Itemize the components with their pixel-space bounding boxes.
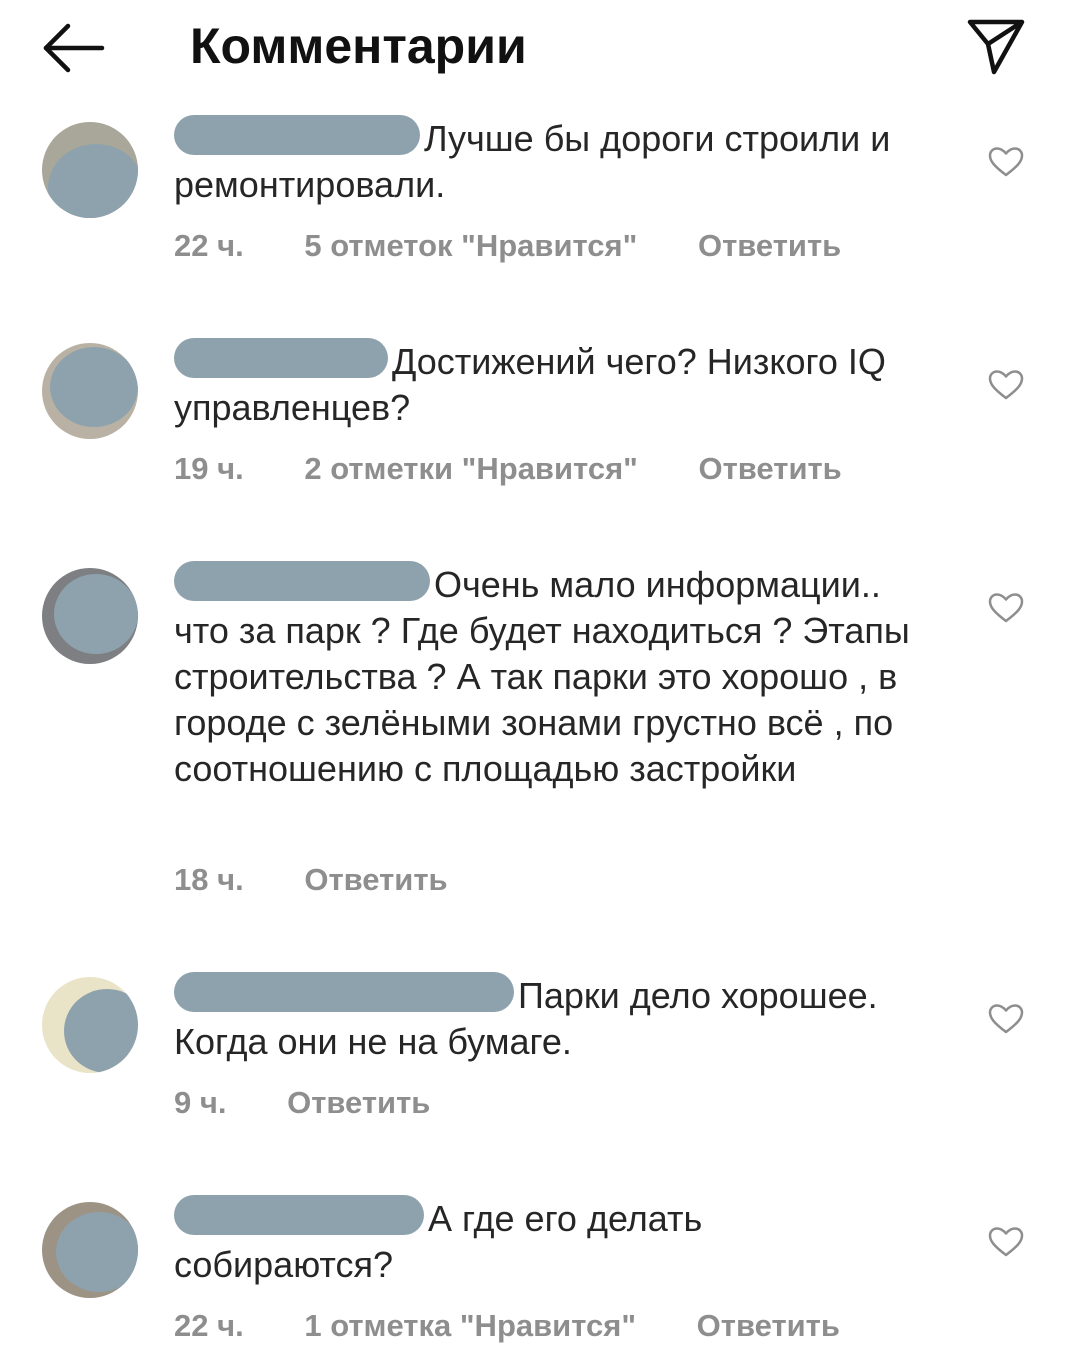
comment-meta: 22 ч. 5 отметок "Нравится" Ответить bbox=[174, 228, 893, 264]
likes-count[interactable]: 2 отметки "Нравится" bbox=[304, 451, 638, 486]
comment-time: 19 ч. bbox=[174, 451, 244, 486]
reply-button[interactable]: Ответить bbox=[698, 228, 841, 263]
comment-meta: 18 ч. Ответить bbox=[174, 862, 500, 898]
like-heart-icon[interactable] bbox=[988, 369, 1024, 401]
app-header: Комментарии bbox=[0, 0, 1080, 96]
reply-button[interactable]: Ответить bbox=[698, 451, 841, 486]
reply-button[interactable]: Ответить bbox=[304, 862, 447, 897]
avatar[interactable] bbox=[42, 977, 138, 1073]
reply-button[interactable]: Ответить bbox=[287, 1085, 430, 1120]
like-heart-icon[interactable] bbox=[988, 146, 1024, 178]
comment-meta: 19 ч. 2 отметки "Нравится" Ответить bbox=[174, 451, 894, 487]
likes-count[interactable]: 1 отметка "Нравится" bbox=[304, 1308, 636, 1343]
comment-text: Достижений чего? Низкого IQ управленцев? bbox=[174, 338, 964, 431]
username-redacted[interactable] bbox=[174, 1195, 424, 1236]
username-redacted[interactable] bbox=[174, 972, 514, 1013]
like-heart-icon[interactable] bbox=[988, 1226, 1024, 1258]
avatar[interactable] bbox=[42, 122, 138, 218]
username-redacted[interactable] bbox=[174, 338, 388, 379]
comment-text: Лучше бы дороги строили и ремонтировали. bbox=[174, 115, 964, 208]
username-redacted[interactable] bbox=[174, 115, 420, 156]
likes-count[interactable]: 5 отметок "Нравится" bbox=[304, 228, 637, 263]
comment-time: 22 ч. bbox=[174, 1308, 244, 1343]
avatar[interactable] bbox=[42, 568, 138, 664]
comment-time: 22 ч. bbox=[174, 228, 244, 263]
comment-text: Парки дело хорошее. Когда они не на бума… bbox=[174, 972, 964, 1065]
comment-meta: 9 ч. Ответить bbox=[174, 1085, 482, 1121]
comment-time: 18 ч. bbox=[174, 862, 244, 897]
reply-button[interactable]: Ответить bbox=[697, 1308, 840, 1343]
comment-text: А где его делать собираются? bbox=[174, 1195, 854, 1288]
avatar[interactable] bbox=[42, 343, 138, 439]
send-icon[interactable] bbox=[964, 14, 1028, 78]
page-title: Комментарии bbox=[190, 18, 527, 74]
comment-text: Очень мало информации.. что за парк ? Гд… bbox=[174, 561, 944, 792]
back-arrow-icon[interactable] bbox=[40, 20, 106, 76]
comment-meta: 22 ч. 1 отметка "Нравится" Ответить bbox=[174, 1308, 892, 1344]
like-heart-icon[interactable] bbox=[988, 1003, 1024, 1035]
avatar[interactable] bbox=[42, 1202, 138, 1298]
username-redacted[interactable] bbox=[174, 561, 430, 602]
comment-time: 9 ч. bbox=[174, 1085, 227, 1120]
like-heart-icon[interactable] bbox=[988, 592, 1024, 624]
